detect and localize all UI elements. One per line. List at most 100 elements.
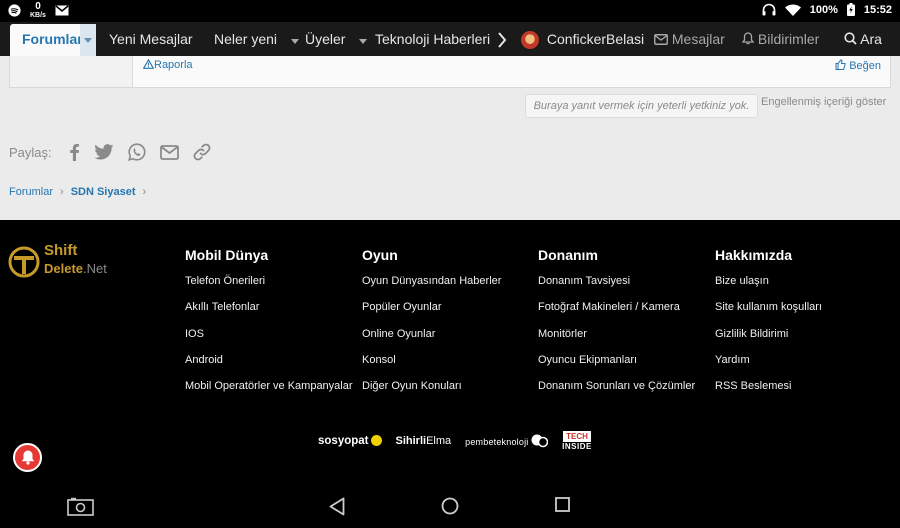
nav-tech-news[interactable]: Teknoloji Haberleri (375, 22, 490, 56)
push-notification-button[interactable] (13, 443, 42, 472)
footer-link[interactable]: Gizlilik Bildirimi (715, 327, 822, 353)
forum-nav: Forumlar Yeni Mesajlar Neler yeni Üyeler… (0, 22, 900, 56)
nav-scroll-right[interactable] (497, 22, 507, 56)
recents-square-icon (555, 497, 570, 512)
alerts-button[interactable]: Bildirimler (741, 22, 819, 56)
breadcrumb: Forumlar › SDN Siyaset › (9, 186, 146, 198)
chevron-right-icon: › (60, 186, 64, 198)
logo-line2: Delete.Net (44, 261, 107, 276)
partner-sihirlielma[interactable]: SihirliElma (396, 435, 452, 447)
network-speed-value: 0 (35, 1, 41, 12)
footer-link[interactable]: Popüler Oyunlar (362, 300, 501, 326)
report-link[interactable]: Raporla (142, 58, 193, 71)
shiftdelete-logo[interactable]: Shift Delete.Net (8, 242, 128, 278)
footer-link[interactable]: Donanım Sorunları ve Çözümler (538, 379, 695, 405)
nav-new-posts[interactable]: Yeni Mesajlar (109, 22, 193, 56)
bell-icon (741, 32, 755, 45)
footer-column-hardware: Donanım Donanım Tavsiyesi Fotoğraf Makin… (538, 247, 695, 405)
footer-link[interactable]: Diğer Oyun Konuları (362, 379, 501, 405)
recents-button[interactable] (555, 497, 570, 517)
share-bar: Paylaş: (9, 143, 211, 161)
spotify-icon (8, 4, 21, 17)
nav-whats-new[interactable]: Neler yeni (214, 22, 299, 56)
messages-label: Mesajlar (671, 31, 725, 47)
tab-forums-label: Forumlar (22, 31, 83, 47)
facebook-icon[interactable] (68, 143, 80, 161)
footer-link[interactable]: Oyuncu Ekipmanları (538, 353, 695, 379)
home-button[interactable] (441, 497, 459, 520)
show-blocked-content-link[interactable]: Engellenmiş içeriği göster (761, 96, 886, 108)
screenshot-button[interactable] (67, 497, 94, 521)
footer-column-title: Hakkımızda (715, 247, 793, 263)
nav-members-label: Üyeler (305, 31, 346, 47)
partner-pembe-label: pembeteknoloji (465, 436, 529, 447)
network-speed-unit: KB/s (30, 12, 46, 19)
messages-button[interactable]: Mesajlar (654, 22, 725, 56)
post-message: Raporla Beğen (9, 56, 891, 88)
shiftdelete-logo-icon (8, 246, 40, 278)
share-label: Paylaş: (9, 144, 52, 160)
footer-link[interactable]: Akıllı Telefonlar (185, 300, 353, 326)
forums-dropdown-toggle[interactable] (80, 24, 96, 56)
footer-link[interactable]: Yardım (715, 353, 822, 379)
footer-column-title: Mobil Dünya (185, 247, 269, 263)
clock: 15:52 (863, 3, 892, 16)
partner-techinside[interactable]: TECH INSIDE (562, 430, 592, 451)
search-label: Ara (860, 31, 882, 47)
footer-link[interactable]: Telefon Önerileri (185, 274, 353, 300)
tab-forums[interactable]: Forumlar (10, 24, 96, 56)
avatar (521, 31, 539, 50)
footer-column-title: Oyun (362, 247, 398, 263)
whatsapp-icon[interactable] (127, 143, 146, 161)
partner-pembeteknoloji[interactable]: pembeteknoloji (465, 434, 549, 448)
chevron-down-icon (359, 39, 368, 44)
bell-icon (21, 450, 34, 465)
footer-column-mobile: Mobil Dünya Telefon Önerileri Akıllı Tel… (185, 247, 353, 405)
gmail-icon (55, 5, 69, 16)
partner-sihirli-label: Sihirli (395, 434, 427, 447)
reply-permission-notice: Buraya yanıt vermek için yeterli yetkini… (525, 94, 758, 118)
email-icon[interactable] (159, 144, 179, 160)
wifi-icon (784, 3, 801, 16)
footer-link[interactable]: RSS Beslemesi (715, 379, 822, 405)
like-label: Beğen (849, 60, 881, 72)
footer-link[interactable]: IOS (185, 327, 353, 353)
breadcrumb-forums[interactable]: Forumlar (9, 186, 53, 198)
footer-link[interactable]: Mobil Operatörler ve Kampanyalar (185, 379, 353, 405)
system-navigation-bar (0, 492, 900, 528)
back-button[interactable] (329, 497, 345, 521)
twitter-icon[interactable] (94, 144, 114, 160)
sosyopat-dot-icon (370, 434, 382, 446)
warning-icon (142, 58, 155, 69)
link-icon[interactable] (193, 143, 211, 161)
battery-percent: 100% (809, 3, 838, 16)
footer-link[interactable]: Monitörler (538, 327, 695, 353)
battery-charging-icon (846, 3, 855, 16)
network-speed: 0 KB/s (30, 1, 46, 20)
footer-link[interactable]: Online Oyunlar (362, 327, 501, 353)
camera-icon (67, 497, 94, 516)
footer-link[interactable]: Konsol (362, 353, 501, 379)
footer-link[interactable]: Site kullanım koşulları (715, 300, 822, 326)
account-menu[interactable]: ConfickerBelasi (521, 22, 644, 56)
search-button[interactable]: Ara (844, 22, 882, 56)
chevron-down-icon (84, 38, 92, 43)
logo-line2-text: Delete (44, 261, 84, 276)
partner-sosyopat-label: sosyopat (318, 434, 369, 447)
footer-link[interactable]: Oyun Dünyasından Haberler (362, 274, 501, 300)
footer-link[interactable]: Donanım Tavsiyesi (538, 274, 695, 300)
footer-column-about: Hakkımızda Bize ulaşın Site kullanım koş… (715, 247, 822, 405)
partner-sosyopat[interactable]: sosyopat (318, 435, 382, 447)
status-bar: 0 KB/s 100% 15:52 (0, 0, 900, 22)
nav-members[interactable]: Üyeler (305, 22, 368, 56)
logo-suffix: .Net (83, 261, 107, 276)
chat-bubble-icon (531, 434, 549, 447)
footer-link[interactable]: Android (185, 353, 353, 379)
chevron-right-icon: › (142, 186, 147, 198)
headphones-icon (762, 3, 776, 16)
like-button[interactable]: Beğen (835, 59, 881, 72)
footer-link[interactable]: Bize ulaşın (715, 274, 822, 300)
partner-inside-label: INSIDE (562, 442, 592, 451)
footer-link[interactable]: Fotoğraf Makineleri / Kamera (538, 300, 695, 326)
breadcrumb-sdn-siyaset[interactable]: SDN Siyaset (71, 186, 136, 198)
